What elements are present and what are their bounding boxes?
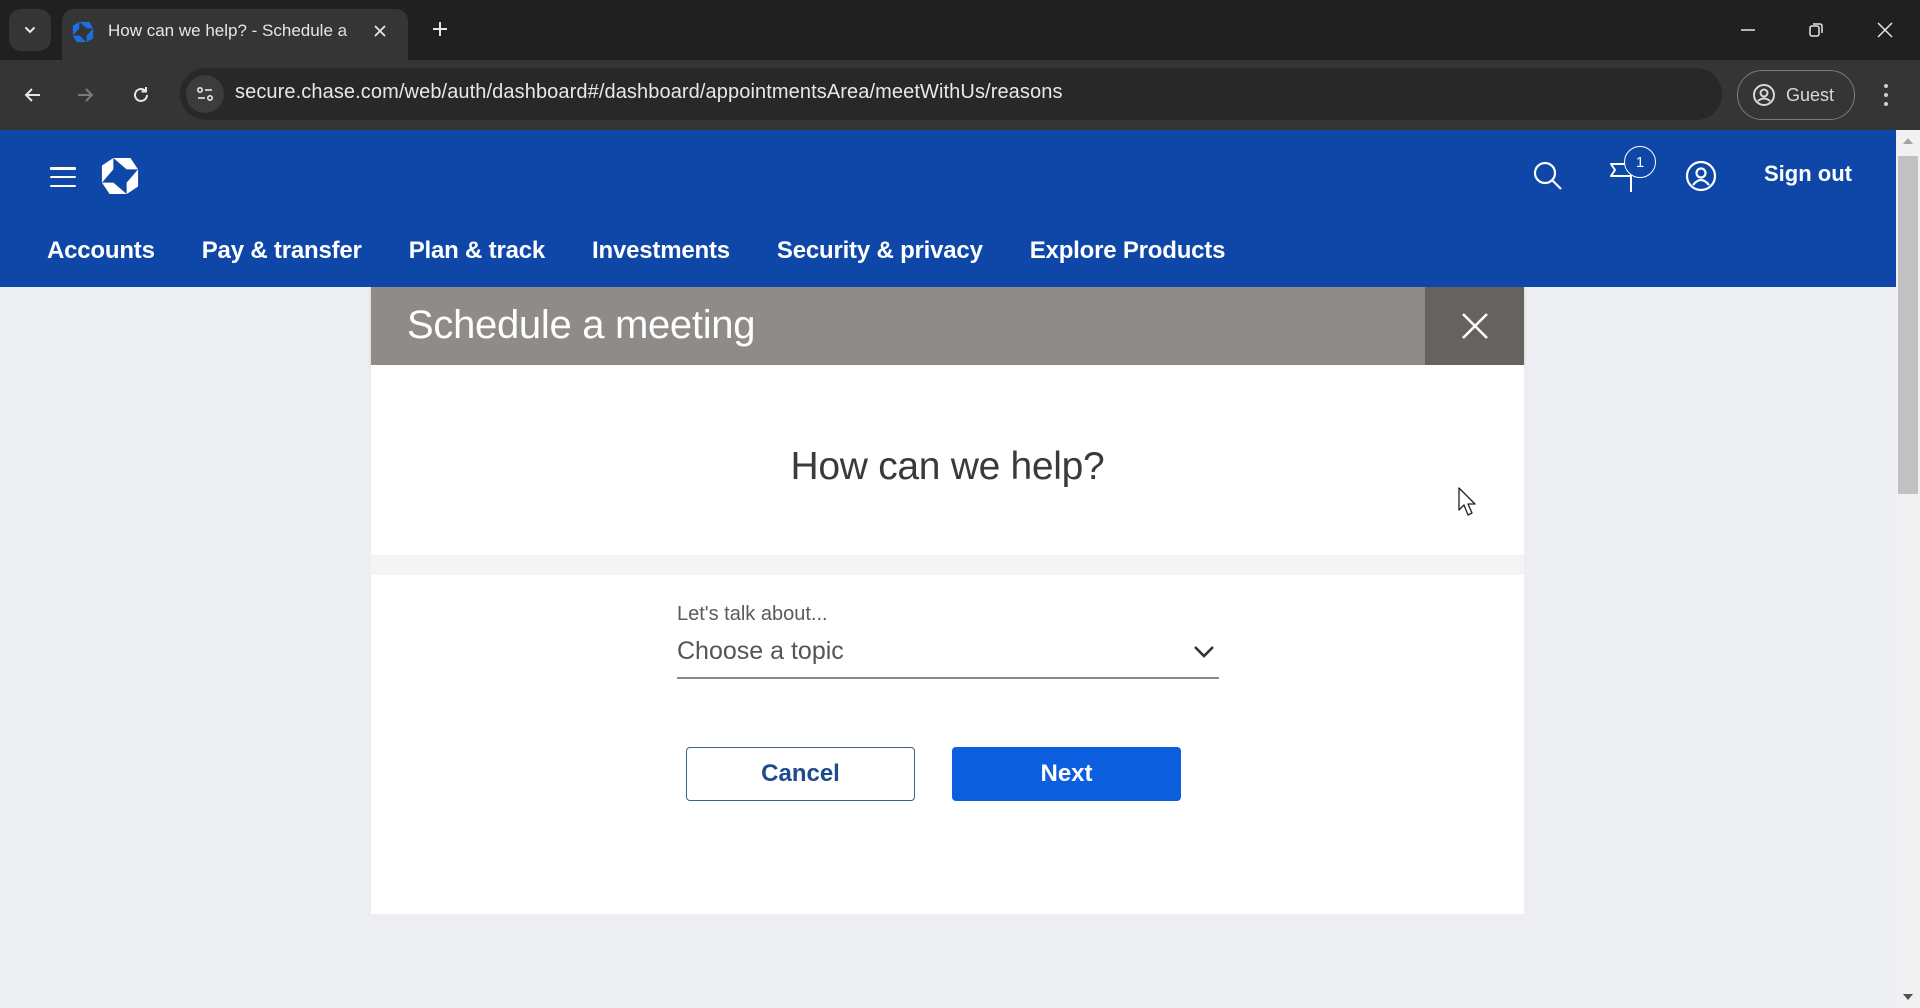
scroll-down-arrow-icon[interactable]: [1903, 994, 1913, 1000]
chevron-down-icon: [1194, 646, 1214, 658]
profile-button[interactable]: [1681, 156, 1721, 196]
topic-label: Let's talk about...: [677, 603, 828, 625]
tab-title: How can we help? - Schedule a: [108, 21, 348, 40]
restore-button[interactable]: [1794, 10, 1838, 50]
nav-plan-track[interactable]: Plan & track: [409, 237, 546, 265]
help-heading: How can we help?: [790, 445, 1105, 488]
topic-selected-value: Choose a topic: [677, 637, 844, 665]
profile-button[interactable]: Guest: [1737, 70, 1855, 120]
search-icon: [1533, 161, 1562, 190]
hamburger-icon: [50, 167, 76, 170]
nav-investments[interactable]: Investments: [592, 237, 730, 265]
tune-icon: [196, 86, 214, 102]
close-icon: [374, 25, 386, 37]
chevron-down-icon: [25, 27, 35, 34]
search-button[interactable]: [1528, 156, 1568, 196]
modal-intro: How can we help?: [371, 365, 1524, 555]
user-circle-icon: [1685, 160, 1717, 192]
modal-close-button[interactable]: [1425, 287, 1524, 365]
nav-pay-transfer[interactable]: Pay & transfer: [202, 237, 362, 265]
browser-tabstrip: How can we help? - Schedule a: [0, 0, 1920, 60]
modal-title: Schedule a meeting: [407, 303, 756, 347]
arrow-left-icon: [24, 88, 40, 102]
chase-logo-icon[interactable]: [101, 157, 139, 195]
url-text[interactable]: secure.chase.com/web/auth/dashboard#/das…: [235, 81, 1063, 104]
restore-icon: [1809, 23, 1823, 37]
modal-divider: [371, 555, 1524, 575]
cancel-button[interactable]: Cancel: [686, 747, 915, 801]
browser-tab[interactable]: How can we help? - Schedule a: [62, 9, 408, 60]
sign-out-link[interactable]: Sign out: [1764, 161, 1852, 187]
minimize-icon: [1741, 29, 1755, 31]
tab-search-button[interactable]: [9, 9, 51, 51]
site-info-button[interactable]: [186, 75, 224, 113]
nav-accounts[interactable]: Accounts: [47, 237, 155, 265]
main-nav: Accounts Pay & transfer Plan & track Inv…: [47, 237, 1225, 265]
window-close-button[interactable]: [1863, 10, 1907, 50]
mouse-cursor-icon: [1458, 487, 1476, 516]
arrow-right-icon: [78, 88, 94, 102]
site-header: 1 Sign out Accounts Pay & transfer Plan …: [0, 130, 1896, 287]
next-button[interactable]: Next: [952, 747, 1181, 801]
forward-button[interactable]: [66, 76, 104, 114]
scroll-thumb[interactable]: [1898, 156, 1918, 494]
new-tab-button[interactable]: [425, 14, 455, 44]
topic-dropdown[interactable]: Choose a topic: [677, 631, 1219, 679]
nav-security-privacy[interactable]: Security & privacy: [777, 237, 983, 265]
schedule-meeting-modal: Schedule a meeting How can we help? Let'…: [371, 287, 1524, 914]
close-icon: [1877, 22, 1893, 38]
plus-icon: [433, 22, 447, 36]
close-icon: [1461, 313, 1488, 339]
modal-body: Let's talk about... Choose a topic Cance…: [371, 575, 1524, 914]
page: 1 Sign out Accounts Pay & transfer Plan …: [0, 130, 1896, 1008]
back-button[interactable]: [14, 76, 52, 114]
modal-header: Schedule a meeting: [371, 287, 1524, 365]
browser-menu-button[interactable]: [1876, 78, 1896, 112]
scroll-up-arrow-icon[interactable]: [1903, 138, 1913, 144]
user-circle-icon: [1753, 84, 1775, 106]
page-scrollbar[interactable]: [1896, 130, 1920, 1008]
reload-button[interactable]: [122, 76, 160, 114]
nav-explore-products[interactable]: Explore Products: [1030, 237, 1226, 265]
notification-badge: 1: [1624, 146, 1656, 178]
kebab-icon: [1884, 84, 1888, 88]
minimize-button[interactable]: [1726, 10, 1770, 50]
chase-logo-icon: [72, 21, 94, 43]
tab-close-button[interactable]: [368, 19, 392, 43]
profile-label: Guest: [1786, 84, 1835, 105]
reload-icon: [134, 87, 148, 102]
menu-button[interactable]: [50, 165, 76, 189]
